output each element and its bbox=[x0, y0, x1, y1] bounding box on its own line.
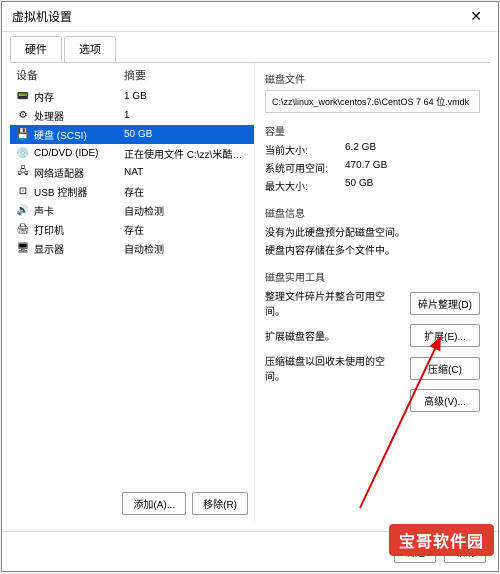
device-icon: 🖨 bbox=[16, 224, 30, 236]
device-summary: 自动检测 bbox=[124, 241, 248, 256]
device-summary: 1 GB bbox=[124, 91, 248, 102]
device-row[interactable]: ⚙ 处理器1 bbox=[10, 106, 254, 125]
device-name: USB 控制器 bbox=[34, 184, 124, 199]
device-buttons: 添加(A)... 移除(R) bbox=[10, 484, 254, 523]
dialog-title: 虚拟机设置 bbox=[12, 8, 464, 25]
disk-file-label: 磁盘文件 bbox=[265, 71, 480, 86]
max-size-label: 最大大小: bbox=[265, 178, 345, 193]
device-row[interactable]: 💾 硬盘 (SCSI)50 GB bbox=[10, 125, 254, 144]
device-icon: 💿 bbox=[16, 148, 30, 160]
device-name: 硬盘 (SCSI) bbox=[34, 127, 124, 142]
device-row[interactable]: 🖥 显示器自动检测 bbox=[10, 239, 254, 258]
device-name: 网络适配器 bbox=[34, 165, 124, 180]
device-name: 打印机 bbox=[34, 222, 124, 237]
free-space-value: 470.7 GB bbox=[345, 160, 480, 175]
expand-text: 扩展磁盘容量。 bbox=[265, 328, 402, 343]
device-summary: 存在 bbox=[124, 222, 248, 237]
free-space-row: 系统可用空间: 470.7 GB bbox=[265, 160, 480, 175]
device-icon: 💾 bbox=[16, 129, 30, 141]
expand-row: 扩展磁盘容量。 扩展(E)... bbox=[265, 324, 480, 347]
device-summary: 1 bbox=[124, 110, 248, 121]
disk-info-line1: 没有为此硬盘预分配磁盘空间。 bbox=[265, 224, 480, 239]
defrag-button[interactable]: 碎片整理(D) bbox=[410, 292, 480, 315]
device-panel: 设备 摘要 📟 内存1 GB ⚙ 处理器1 💾 硬盘 (SCSI)50 GB 💿 CD/DVD… bbox=[10, 63, 255, 523]
device-name: 声卡 bbox=[34, 203, 124, 218]
device-row[interactable]: 🖨 打印机存在 bbox=[10, 220, 254, 239]
advanced-row: 高级(V)... bbox=[265, 389, 480, 412]
close-icon[interactable]: ✕ bbox=[464, 8, 488, 25]
header-device: 设备 bbox=[16, 67, 124, 83]
disk-info-line2: 硬盘内容存储在多个文件中。 bbox=[265, 242, 480, 257]
device-summary: 50 GB bbox=[124, 129, 248, 140]
current-size-label: 当前大小: bbox=[265, 142, 345, 157]
titlebar: 虚拟机设置 ✕ bbox=[2, 2, 498, 32]
device-icon: 🖧 bbox=[16, 167, 30, 179]
header-summary: 摘要 bbox=[124, 67, 248, 83]
device-name: 显示器 bbox=[34, 241, 124, 256]
disk-util-label: 磁盘实用工具 bbox=[265, 269, 480, 284]
device-summary: 正在使用文件 C:\zz\米酷工作... bbox=[124, 146, 248, 161]
device-summary: 自动检测 bbox=[124, 203, 248, 218]
device-summary: 存在 bbox=[124, 184, 248, 199]
content: 设备 摘要 📟内存1 GB⚙处理器1💾硬盘 (SCSI)50 GB💿CD/DVD… bbox=[10, 62, 490, 523]
device-row[interactable]: 💿 CD/DVD (IDE)正在使用文件 C:\zz\米酷工作... bbox=[10, 144, 254, 163]
defrag-row: 整理文件碎片并整合可用空间。 碎片整理(D) bbox=[265, 288, 480, 318]
device-row[interactable]: ⊡ USB 控制器存在 bbox=[10, 182, 254, 201]
compact-row: 压缩磁盘以回收未使用的空间。 压缩(C) bbox=[265, 353, 480, 383]
defrag-text: 整理文件碎片并整合可用空间。 bbox=[265, 288, 402, 318]
device-icon: ⊡ bbox=[16, 186, 30, 198]
vm-settings-dialog: 虚拟机设置 ✕ 硬件 选项 设备 摘要 📟 内存1 GB ⚙ 处理器1 💾 硬盘 (SCS… bbox=[1, 1, 499, 572]
capacity-label: 容量 bbox=[265, 123, 480, 138]
device-row[interactable]: 🔊 声卡自动检测 bbox=[10, 201, 254, 220]
device-icon: 📟 bbox=[16, 91, 30, 103]
device-name: 处理器 bbox=[34, 108, 124, 123]
device-icon: ⚙ bbox=[16, 110, 30, 122]
current-size-value: 6.2 GB bbox=[345, 142, 480, 157]
device-name: CD/DVD (IDE) bbox=[34, 148, 124, 159]
watermark: 宝哥软件园 bbox=[389, 524, 494, 556]
device-list: 📟 内存1 GB ⚙ 处理器1 💾 硬盘 (SCSI)50 GB 💿 CD/DVD (IDE)… bbox=[10, 87, 254, 484]
disk-info-label: 磁盘信息 bbox=[265, 205, 480, 220]
device-name: 内存 bbox=[34, 89, 124, 104]
remove-button[interactable]: 移除(R) bbox=[192, 492, 248, 515]
free-space-label: 系统可用空间: bbox=[265, 160, 345, 175]
compact-button[interactable]: 压缩(C) bbox=[410, 357, 480, 380]
device-row[interactable]: 🖧 网络适配器NAT bbox=[10, 163, 254, 182]
advanced-button[interactable]: 高级(V)... bbox=[410, 389, 480, 412]
detail-panel: 磁盘文件 C:\zz\linux_work\centos7.6\CentOS 7… bbox=[255, 63, 490, 523]
tab-hardware[interactable]: 硬件 bbox=[10, 36, 62, 62]
compact-text: 压缩磁盘以回收未使用的空间。 bbox=[265, 353, 402, 383]
device-row[interactable]: 📟 内存1 GB bbox=[10, 87, 254, 106]
current-size-row: 当前大小: 6.2 GB bbox=[265, 142, 480, 157]
tabs: 硬件 选项 bbox=[2, 32, 498, 62]
tab-options[interactable]: 选项 bbox=[64, 36, 116, 62]
device-icon: 🖥 bbox=[16, 243, 30, 255]
device-icon: 🔊 bbox=[16, 205, 30, 217]
expand-button[interactable]: 扩展(E)... bbox=[410, 324, 480, 347]
max-size-value: 50 GB bbox=[345, 178, 480, 193]
disk-file-path[interactable]: C:\zz\linux_work\centos7.6\CentOS 7 64 位… bbox=[265, 90, 480, 113]
device-summary: NAT bbox=[124, 167, 248, 178]
device-header: 设备 摘要 bbox=[10, 63, 254, 87]
add-button[interactable]: 添加(A)... bbox=[122, 492, 186, 515]
max-size-row: 最大大小: 50 GB bbox=[265, 178, 480, 193]
